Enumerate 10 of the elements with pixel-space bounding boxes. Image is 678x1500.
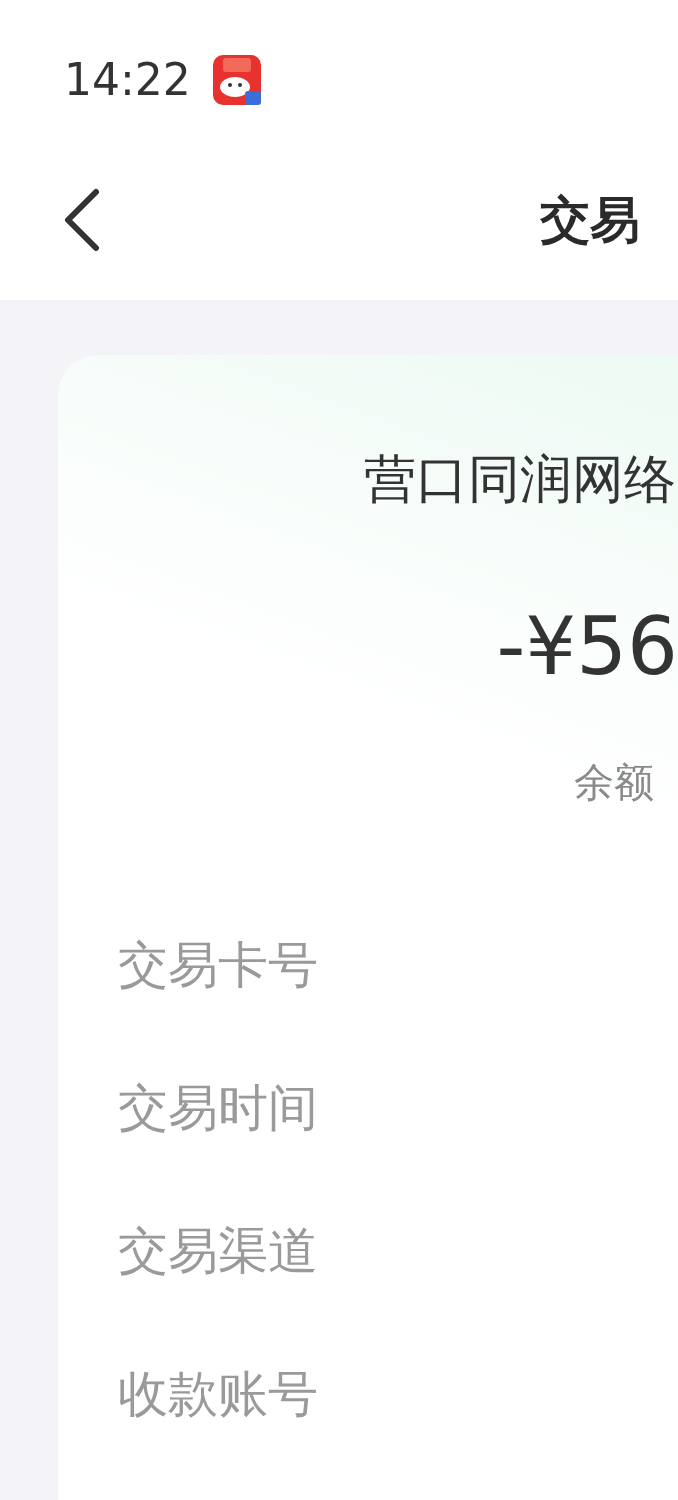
detail-label: 收款账号 xyxy=(118,1364,319,1424)
balance-text: 余额 xyxy=(574,758,655,807)
merchant-name: 营口同润网络 xyxy=(364,448,677,511)
detail-label: 交易渠道 xyxy=(118,1221,319,1281)
transaction-amount: -¥56 xyxy=(496,600,678,693)
status-time: 14:22 xyxy=(64,58,191,102)
page-title: 交易 xyxy=(540,189,640,251)
detail-label: 交易卡号 xyxy=(118,935,319,995)
detail-label: 交易时间 xyxy=(118,1078,319,1138)
app-icon xyxy=(212,55,261,105)
